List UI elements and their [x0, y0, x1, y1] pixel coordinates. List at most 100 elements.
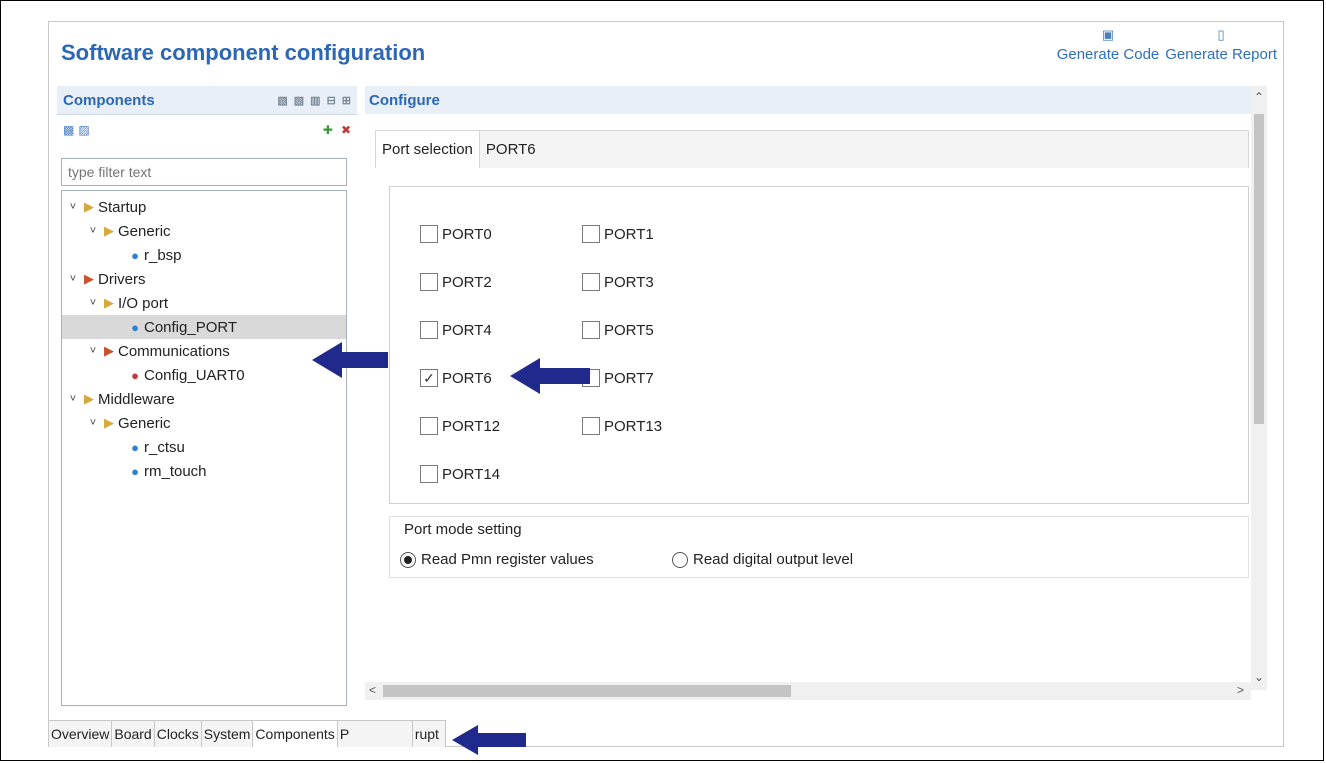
- category-view-icon[interactable]: ▩: [63, 123, 74, 137]
- tree-item[interactable]: ● r_bsp: [62, 243, 346, 267]
- chevron-down-icon[interactable]: ˅: [86, 225, 100, 237]
- port-label: PORT0: [442, 225, 492, 243]
- add-icon[interactable]: ✚: [323, 123, 333, 137]
- generate-code-button[interactable]: ▣ Generate Code: [1057, 24, 1160, 63]
- tree-item-label: Generic: [118, 414, 171, 432]
- tree-item[interactable]: ● Config_PORT: [62, 315, 346, 339]
- chevron-down-icon[interactable]: ˅: [66, 393, 80, 405]
- components-panel-title: Components: [63, 91, 155, 109]
- checkbox[interactable]: [582, 225, 600, 243]
- checkbox[interactable]: ✓: [420, 369, 438, 387]
- tree-item[interactable]: ˅ ▶ Middleware: [62, 387, 346, 411]
- horizontal-scroll-thumb[interactable]: [383, 685, 791, 697]
- port-checkbox-item[interactable]: PORT13: [582, 417, 662, 435]
- tree-item-label: r_ctsu: [144, 438, 185, 456]
- configure-tabs: Port selection PORT6: [375, 130, 1249, 168]
- editor-tabs: Overview Board Clocks System Components …: [49, 720, 446, 747]
- scroll-up-icon[interactable]: ⌃: [1254, 90, 1264, 104]
- tab-port6[interactable]: PORT6: [480, 131, 542, 168]
- chevron-down-icon[interactable]: ˅: [86, 345, 100, 357]
- radio-read-pmn[interactable]: Read Pmn register values: [400, 551, 594, 568]
- chevron-down-icon[interactable]: ˅: [66, 201, 80, 213]
- port-checkbox-item[interactable]: PORT3: [582, 273, 654, 291]
- vertical-scrollbar[interactable]: ⌃ ⌄: [1251, 86, 1267, 690]
- tree-item-label: Drivers: [98, 270, 146, 288]
- tab-board[interactable]: Board: [112, 721, 155, 747]
- port-checkbox-item[interactable]: PORT4: [420, 321, 492, 339]
- port-label: PORT12: [442, 417, 501, 435]
- tab-interrupt[interactable]: rupt: [412, 721, 446, 747]
- generate-report-button[interactable]: ▯ Generate Report: [1165, 24, 1277, 63]
- component-icon: ●: [131, 463, 139, 479]
- port-checkbox-item[interactable]: PORT5: [582, 321, 654, 339]
- delete-icon[interactable]: ✖: [341, 123, 351, 137]
- tree-item[interactable]: ● r_ctsu: [62, 435, 346, 459]
- tree-item[interactable]: ˅ ▶ Drivers: [62, 267, 346, 291]
- tree-item-label: Middleware: [98, 390, 175, 408]
- scroll-down-icon[interactable]: ⌄: [1254, 670, 1264, 684]
- view-toolbar: ▩ ▨ ✚ ✖: [57, 115, 357, 145]
- port-label: PORT2: [442, 273, 492, 291]
- tree-item[interactable]: ˅ ▶ Startup: [62, 195, 346, 219]
- tree-item[interactable]: ● rm_touch: [62, 459, 346, 483]
- tree-item-label: I/O port: [118, 294, 169, 312]
- port-checkbox-item[interactable]: PORT7: [582, 369, 654, 387]
- tree-item[interactable]: ˅ ▶ Generic: [62, 411, 346, 435]
- checkbox[interactable]: [420, 273, 438, 291]
- chevron-down-icon[interactable]: ˅: [86, 297, 100, 309]
- tree-item[interactable]: ˅ ▶ I/O port: [62, 291, 346, 315]
- port-checkbox-item[interactable]: PORT2: [420, 273, 492, 291]
- tree-item[interactable]: ˅ ▶ Communications: [62, 339, 346, 363]
- checkbox[interactable]: [582, 321, 600, 339]
- component-icon: ●: [131, 319, 139, 335]
- tab-pins[interactable]: P: [337, 721, 413, 747]
- checkbox[interactable]: [420, 321, 438, 339]
- radio-button[interactable]: [400, 551, 416, 568]
- tree-item-label: Config_UART0: [144, 366, 245, 384]
- components-panel: Components ▧ ▧ ▥ ⊟ ⊞ ▩ ▨ ✚ ✖ ˅ ▶ Startup ˅ ▶…: [57, 86, 357, 708]
- checkbox[interactable]: [582, 273, 600, 291]
- tab-system[interactable]: System: [201, 721, 254, 747]
- horizontal-scrollbar[interactable]: < >: [365, 682, 1251, 700]
- configure-panel: Configure Port selection PORT6 PORT0 PORT…: [365, 86, 1267, 702]
- tab-overview[interactable]: Overview: [49, 721, 113, 747]
- tree-item[interactable]: ˅ ▶ Generic: [62, 219, 346, 243]
- tab-port-selection[interactable]: Port selection: [376, 131, 480, 168]
- radio-button[interactable]: [672, 551, 688, 568]
- tree-item[interactable]: ● Config_UART0: [62, 363, 346, 387]
- chevron-down-icon[interactable]: ˅: [66, 273, 80, 285]
- tab-components[interactable]: Components: [253, 721, 338, 747]
- tree-view-icon[interactable]: ▨: [78, 123, 89, 137]
- port-checkbox-item[interactable]: PORT12: [420, 417, 500, 435]
- remove-component-icon[interactable]: ▧: [294, 94, 304, 107]
- checkbox[interactable]: [582, 417, 600, 435]
- checkbox[interactable]: [420, 225, 438, 243]
- add-component-icon[interactable]: ▧: [277, 94, 287, 107]
- radio-read-digital[interactable]: Read digital output level: [672, 551, 853, 568]
- chevron-down-icon[interactable]: ˅: [86, 417, 100, 429]
- port-label: PORT4: [442, 321, 492, 339]
- component-icon: ●: [131, 439, 139, 455]
- radio-label: Read digital output level: [693, 551, 854, 568]
- folder-icon: ▶: [84, 391, 94, 406]
- port-checkbox-item[interactable]: PORT1: [582, 225, 654, 243]
- port-checkbox-item[interactable]: PORT14: [420, 465, 500, 483]
- tree-item-label: Config_PORT: [144, 318, 238, 336]
- tree-item-label: Generic: [118, 222, 171, 240]
- checkbox[interactable]: [420, 417, 438, 435]
- tab-clocks[interactable]: Clocks: [154, 721, 202, 747]
- folder-icon: ▶: [104, 223, 114, 238]
- expand-all-icon[interactable]: ⊞: [342, 94, 351, 107]
- link-icon[interactable]: ▥: [310, 94, 320, 107]
- checkbox[interactable]: [420, 465, 438, 483]
- port-label: PORT13: [604, 417, 663, 435]
- vertical-scroll-thumb[interactable]: [1254, 114, 1264, 424]
- scroll-left-icon[interactable]: <: [369, 683, 376, 697]
- port-checkbox-item[interactable]: ✓ PORT6: [420, 369, 492, 387]
- collapse-all-icon[interactable]: ⊟: [327, 94, 336, 107]
- scroll-right-icon[interactable]: >: [1237, 683, 1244, 697]
- folder-icon: ▶: [104, 295, 114, 310]
- filter-input[interactable]: [61, 158, 347, 186]
- component-tree: ˅ ▶ Startup ˅ ▶ Generic ● r_bsp ˅ ▶ Drivers ˅ ▶ I/O p…: [61, 190, 347, 706]
- port-checkbox-item[interactable]: PORT0: [420, 225, 492, 243]
